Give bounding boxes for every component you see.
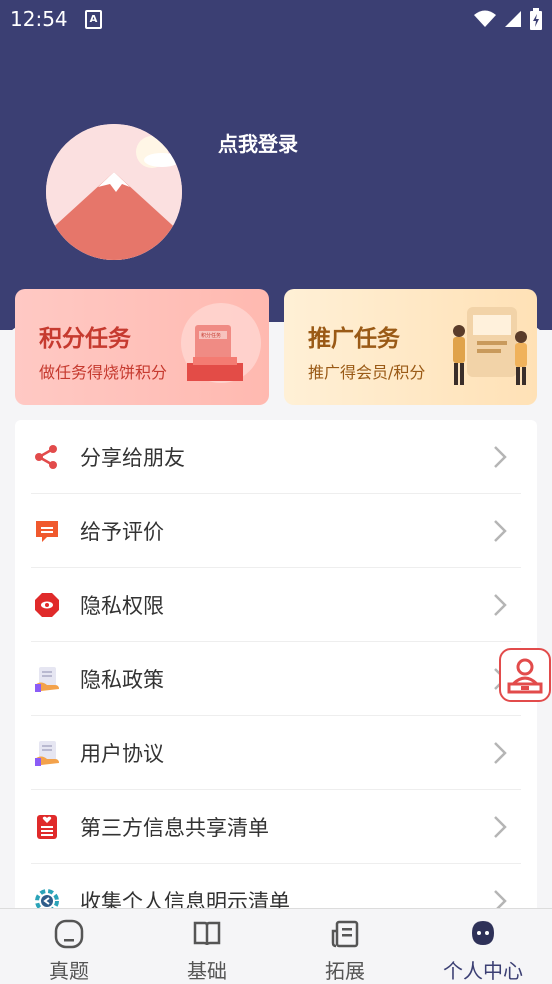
menu-label: 第三方信息共享清单 bbox=[80, 816, 269, 840]
menu-item-privacy-policy[interactable]: 隐私政策 bbox=[15, 642, 537, 716]
customer-service-button[interactable] bbox=[499, 648, 551, 702]
menu-label: 分享给朋友 bbox=[80, 446, 185, 470]
chevron-right-icon bbox=[494, 890, 507, 910]
menu-label: 收集个人信息明示清单 bbox=[80, 890, 290, 910]
third-party-list-icon bbox=[37, 815, 57, 839]
tab-label: 拓展 bbox=[325, 959, 365, 983]
tab-label: 基础 bbox=[187, 959, 227, 983]
chevron-right-icon bbox=[494, 742, 507, 764]
privacy-policy-icon bbox=[35, 667, 59, 692]
status-time: 12:54 bbox=[10, 7, 68, 31]
user-agreement-icon bbox=[35, 741, 59, 766]
menu-label: 用户协议 bbox=[80, 742, 164, 766]
comment-icon bbox=[36, 521, 58, 542]
menu-item-privacy-permission[interactable]: 隐私权限 bbox=[15, 568, 537, 642]
points-task-card[interactable]: 积分任务 做任务得烧饼积分 积分任务 bbox=[15, 289, 269, 405]
status-bar: 12:54 A bbox=[0, 0, 552, 38]
promotion-task-title: 推广任务 bbox=[308, 326, 400, 352]
promotion-task-card[interactable]: 推广任务 推广得会员/积分 bbox=[284, 289, 537, 405]
promotion-people-icon bbox=[453, 307, 527, 385]
points-task-title: 积分任务 bbox=[39, 326, 131, 352]
menu-label: 给予评价 bbox=[80, 520, 164, 544]
profile-icon bbox=[472, 921, 494, 945]
system-icons bbox=[474, 8, 542, 30]
exam-icon bbox=[54, 919, 84, 949]
tab-label: 个人中心 bbox=[443, 959, 523, 983]
menu-item-rate[interactable]: 给予评价 bbox=[15, 494, 537, 568]
a-icon: A bbox=[85, 10, 102, 29]
battery-icon bbox=[530, 8, 542, 30]
gift-art-label: 积分任务 bbox=[201, 332, 221, 339]
points-task-subtitle: 做任务得烧饼积分 bbox=[39, 363, 168, 382]
chevron-right-icon bbox=[494, 816, 507, 838]
privacy-permission-icon bbox=[35, 593, 59, 617]
gift-box-icon: 积分任务 bbox=[181, 303, 261, 383]
chevron-right-icon bbox=[494, 594, 507, 616]
tab-basics[interactable]: 基础 bbox=[138, 909, 276, 984]
bottom-tab-bar: 真题 基础 拓展 个人中心 bbox=[0, 908, 552, 984]
settings-menu: 分享给朋友 给予评价 隐私权限 隐私政策 用户协议 第三方信息共享清单 收集个人… bbox=[15, 420, 537, 910]
menu-label: 隐私政策 bbox=[80, 668, 164, 692]
menu-item-share[interactable]: 分享给朋友 bbox=[15, 420, 537, 494]
wifi-icon bbox=[474, 10, 496, 27]
avatar[interactable] bbox=[46, 124, 182, 260]
signal-icon bbox=[505, 11, 521, 27]
promotion-task-subtitle: 推广得会员/积分 bbox=[308, 363, 426, 382]
login-link[interactable]: 点我登录 bbox=[218, 128, 298, 157]
share-icon bbox=[35, 445, 57, 469]
menu-item-third-party-list[interactable]: 第三方信息共享清单 bbox=[15, 790, 537, 864]
mountain-avatar bbox=[46, 124, 182, 260]
collection-list-icon bbox=[35, 889, 59, 910]
tab-exam[interactable]: 真题 bbox=[0, 909, 138, 984]
tab-profile[interactable]: 个人中心 bbox=[414, 909, 552, 984]
menu-item-collection-list[interactable]: 收集个人信息明示清单 bbox=[15, 864, 537, 910]
chevron-right-icon bbox=[494, 446, 507, 468]
menu-item-user-agreement[interactable]: 用户协议 bbox=[15, 716, 537, 790]
tab-extend[interactable]: 拓展 bbox=[276, 909, 414, 984]
document-icon bbox=[331, 920, 359, 948]
customer-service-icon bbox=[507, 658, 543, 694]
chevron-right-icon bbox=[494, 520, 507, 542]
tab-label: 真题 bbox=[49, 959, 89, 983]
book-icon bbox=[193, 921, 221, 946]
menu-label: 隐私权限 bbox=[80, 594, 164, 618]
